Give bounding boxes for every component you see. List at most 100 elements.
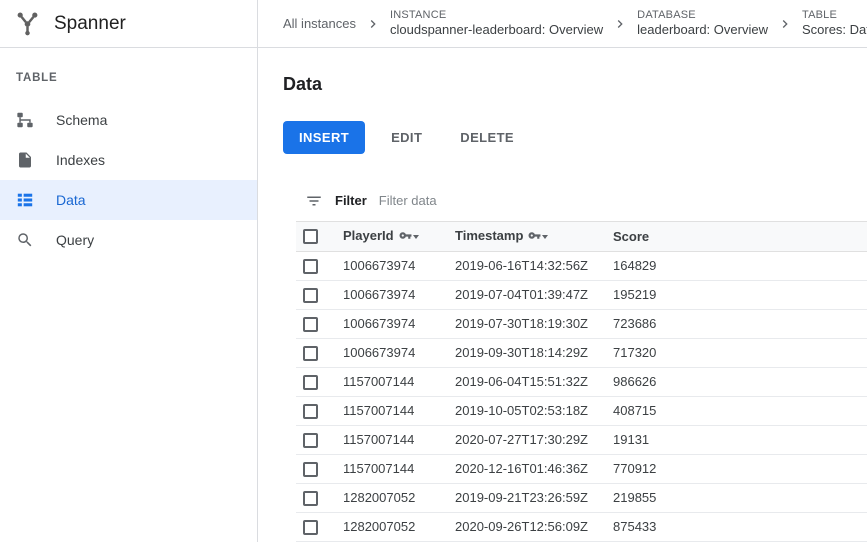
app-title: Spanner — [54, 13, 126, 35]
breadcrumb-instance-value: cloudspanner-leaderboard: Overview — [390, 22, 603, 38]
filter-input[interactable] — [379, 193, 858, 208]
cell-playerid: 1157007144 — [343, 454, 455, 483]
table-row[interactable]: 1157007144 2019-06-04T15:51:32Z 986626 — [296, 367, 867, 396]
cell-playerid: 1282007052 — [343, 512, 455, 541]
cell-timestamp: 2020-09-26T12:56:09Z — [455, 512, 613, 541]
breadcrumb-table[interactable]: TABLE Scores: Data — [802, 9, 867, 39]
table-row[interactable]: 1006673974 2019-09-30T18:14:29Z 717320 — [296, 338, 867, 367]
column-header-score[interactable]: Score — [613, 222, 867, 251]
sidebar-item-schema[interactable]: Schema — [0, 100, 257, 140]
sidebar-item-label: Schema — [56, 112, 107, 128]
table-body: 1006673974 2019-06-16T14:32:56Z 164829 1… — [296, 251, 867, 541]
data-table-icon — [16, 191, 34, 209]
row-checkbox[interactable] — [303, 317, 318, 332]
sidebar-item-data[interactable]: Data — [0, 180, 257, 220]
top-bar: Spanner All instances INSTANCE cloudspan… — [0, 0, 867, 48]
row-checkbox[interactable] — [303, 520, 318, 535]
select-all-checkbox[interactable] — [303, 229, 318, 244]
row-checkbox[interactable] — [303, 259, 318, 274]
row-checkbox[interactable] — [303, 491, 318, 506]
app-logo-area: Spanner — [0, 0, 258, 47]
cell-score: 164829 — [613, 251, 867, 280]
cell-timestamp: 2019-10-05T02:53:18Z — [455, 396, 613, 425]
row-checkbox[interactable] — [303, 375, 318, 390]
breadcrumb-database-kicker: DATABASE — [637, 9, 768, 23]
table-row[interactable]: 1157007144 2020-12-16T01:46:36Z 770912 — [296, 454, 867, 483]
cell-score: 408715 — [613, 396, 867, 425]
page-title: Data — [283, 74, 867, 95]
table-row[interactable]: 1157007144 2020-07-27T17:30:29Z 19131 — [296, 425, 867, 454]
cell-timestamp: 2019-09-21T23:26:59Z — [455, 483, 613, 512]
table-row[interactable]: 1006673974 2019-07-30T18:19:30Z 723686 — [296, 309, 867, 338]
breadcrumb-table-kicker: TABLE — [802, 9, 867, 23]
row-checkbox[interactable] — [303, 404, 318, 419]
cell-score: 195219 — [613, 280, 867, 309]
sidebar-item-query[interactable]: Query — [0, 220, 257, 260]
breadcrumb-instance[interactable]: INSTANCE cloudspanner-leaderboard: Overv… — [390, 9, 603, 39]
cell-playerid: 1006673974 — [343, 338, 455, 367]
cell-score: 770912 — [613, 454, 867, 483]
row-checkbox[interactable] — [303, 346, 318, 361]
breadcrumb-database-value: leaderboard: Overview — [637, 22, 768, 38]
table-header-row: PlayerId Timestamp Score — [296, 222, 867, 251]
schema-icon — [16, 111, 34, 129]
table-row[interactable]: 1282007052 2019-09-21T23:26:59Z 219855 — [296, 483, 867, 512]
table-row[interactable]: 1006673974 2019-07-04T01:39:47Z 195219 — [296, 280, 867, 309]
key-icon — [528, 230, 541, 245]
chevron-right-icon — [365, 16, 381, 32]
cell-playerid: 1157007144 — [343, 396, 455, 425]
cell-timestamp: 2019-07-30T18:19:30Z — [455, 309, 613, 338]
chevron-right-icon — [777, 16, 793, 32]
toolbar: INSERT EDIT DELETE — [283, 121, 867, 154]
edit-button[interactable]: EDIT — [379, 121, 434, 154]
cell-score: 19131 — [613, 425, 867, 454]
filter-icon — [305, 192, 323, 210]
table-row[interactable]: 1006673974 2019-06-16T14:32:56Z 164829 — [296, 251, 867, 280]
cell-score: 875433 — [613, 512, 867, 541]
cell-playerid: 1006673974 — [343, 280, 455, 309]
sidebar-item-label: Indexes — [56, 152, 105, 168]
cell-playerid: 1157007144 — [343, 425, 455, 454]
filter-bar: Filter — [296, 180, 867, 222]
breadcrumb-all-instances[interactable]: All instances — [283, 16, 356, 31]
filter-label: Filter — [335, 193, 367, 208]
row-checkbox[interactable] — [303, 288, 318, 303]
sort-arrow-icon — [542, 235, 548, 239]
cell-playerid: 1006673974 — [343, 251, 455, 280]
cell-timestamp: 2019-07-04T01:39:47Z — [455, 280, 613, 309]
cell-timestamp: 2020-12-16T01:46:36Z — [455, 454, 613, 483]
column-header-timestamp[interactable]: Timestamp — [455, 222, 613, 251]
insert-button[interactable]: INSERT — [283, 121, 365, 154]
row-checkbox[interactable] — [303, 462, 318, 477]
column-label: Timestamp — [455, 228, 523, 243]
key-icon — [399, 230, 412, 245]
column-label: PlayerId — [343, 228, 394, 243]
breadcrumb-table-value: Scores: Data — [802, 22, 867, 38]
column-label: Score — [613, 229, 649, 244]
column-header-playerid[interactable]: PlayerId — [343, 222, 455, 251]
spanner-logo-icon — [14, 10, 41, 37]
table-row[interactable]: 1157007144 2019-10-05T02:53:18Z 408715 — [296, 396, 867, 425]
breadcrumb-database[interactable]: DATABASE leaderboard: Overview — [637, 9, 768, 39]
cell-playerid: 1282007052 — [343, 483, 455, 512]
delete-button[interactable]: DELETE — [448, 121, 526, 154]
data-table-area: Filter PlayerId Timestamp — [296, 180, 867, 542]
chevron-right-icon — [612, 16, 628, 32]
row-checkbox[interactable] — [303, 433, 318, 448]
data-table: PlayerId Timestamp Score 1006673974 2019… — [296, 222, 867, 542]
sidebar-item-label: Data — [56, 192, 86, 208]
cell-playerid: 1157007144 — [343, 367, 455, 396]
cell-timestamp: 2019-06-04T15:51:32Z — [455, 367, 613, 396]
sidebar-item-indexes[interactable]: Indexes — [0, 140, 257, 180]
table-row[interactable]: 1282007052 2020-09-26T12:56:09Z 875433 — [296, 512, 867, 541]
main-content: Data INSERT EDIT DELETE Filter — [258, 48, 867, 542]
breadcrumb-instance-kicker: INSTANCE — [390, 9, 603, 23]
cell-score: 723686 — [613, 309, 867, 338]
cell-timestamp: 2019-09-30T18:14:29Z — [455, 338, 613, 367]
search-icon — [16, 231, 34, 249]
sidebar: TABLE Schema Indexes — [0, 48, 258, 542]
indexes-icon — [16, 151, 34, 169]
cell-playerid: 1006673974 — [343, 309, 455, 338]
sort-arrow-icon — [413, 235, 419, 239]
cell-score: 717320 — [613, 338, 867, 367]
